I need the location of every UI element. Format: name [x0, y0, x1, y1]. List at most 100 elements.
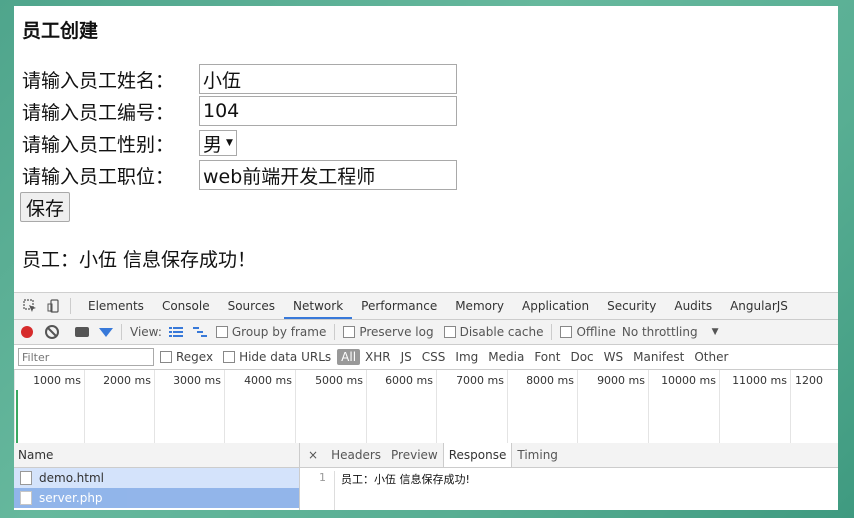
tab-console[interactable]: Console: [153, 293, 219, 319]
filter-type-xhr[interactable]: XHR: [360, 350, 396, 364]
tab-elements[interactable]: Elements: [79, 293, 153, 319]
timeline-tick: 11000 ms: [719, 370, 791, 446]
gender-select[interactable]: 男 ▼: [199, 130, 237, 156]
tab-memory[interactable]: Memory: [446, 293, 513, 319]
request-row-demo-html[interactable]: demo.html: [14, 468, 299, 488]
filter-type-manifest[interactable]: Manifest: [628, 350, 689, 364]
filter-input[interactable]: [18, 348, 154, 366]
name-input[interactable]: [199, 64, 457, 94]
timeline-tick-label: 9000 ms: [597, 374, 645, 387]
filter-bar: Regex Hide data URLs All XHR JS CSS Img …: [14, 345, 838, 370]
toolbar-separator: [334, 324, 336, 340]
timeline-tick-label: 11000 ms: [732, 374, 787, 387]
checkbox[interactable]: [343, 326, 356, 338]
gender-label: 请输入员工性别：: [22, 133, 175, 156]
name-column-header[interactable]: Name: [14, 443, 299, 468]
save-button[interactable]: 保存: [20, 192, 71, 222]
tab-application[interactable]: Application: [513, 293, 598, 319]
hide-data-urls-toggle[interactable]: Hide data URLs: [223, 350, 331, 364]
devtools-panel: Elements Console Sources Network Perform…: [14, 292, 838, 510]
tab-headers[interactable]: Headers: [326, 443, 386, 467]
position-input[interactable]: [199, 160, 457, 190]
clear-icon[interactable]: [45, 325, 59, 339]
response-text: 员工：小伍 信息保存成功!: [341, 473, 470, 486]
response-body: 1 员工：小伍 信息保存成功!: [300, 468, 838, 510]
request-name: demo.html: [39, 471, 104, 485]
inspect-element-icon[interactable]: [22, 298, 38, 314]
timeline-tick-label: 6000 ms: [385, 374, 433, 387]
number-label: 请输入员工编号：: [22, 101, 175, 124]
tab-performance[interactable]: Performance: [352, 293, 446, 319]
tab-network[interactable]: Network: [284, 293, 353, 319]
timeline-tick: 9000 ms: [577, 370, 649, 446]
browser-viewport: 员工创建 请输入员工姓名： 请输入员工编号： 请输入员工性别： 男 ▼ 请输入员…: [14, 6, 838, 510]
dropdown-arrow-icon: ▼: [226, 138, 233, 148]
filter-type-doc[interactable]: Doc: [565, 350, 598, 364]
tab-timing[interactable]: Timing: [512, 443, 563, 467]
view-label: View:: [130, 325, 162, 339]
filter-icon[interactable]: [99, 327, 113, 337]
save-result-message: 员工：小伍 信息保存成功！: [22, 249, 257, 271]
timeline-tick-label: 3000 ms: [173, 374, 221, 387]
filter-type-ws[interactable]: WS: [599, 350, 628, 364]
disable-cache-toggle[interactable]: Disable cache: [443, 325, 543, 339]
tab-security[interactable]: Security: [598, 293, 665, 319]
tab-sources[interactable]: Sources: [219, 293, 284, 319]
tab-response[interactable]: Response: [442, 443, 513, 467]
record-icon[interactable]: [21, 326, 33, 338]
regex-toggle[interactable]: Regex: [160, 350, 213, 364]
timeline-tick: 6000 ms: [366, 370, 437, 446]
request-row-server-php[interactable]: server.php: [14, 488, 299, 508]
tabbar-separator: [70, 298, 71, 314]
group-by-frame-label: Group by frame: [231, 325, 327, 339]
offline-toggle[interactable]: Offline: [560, 325, 616, 339]
timeline-tick-label: 7000 ms: [456, 374, 504, 387]
network-requests-area: Name demo.html server.php × Headers Prev…: [14, 443, 838, 510]
checkbox[interactable]: [443, 326, 456, 338]
number-input[interactable]: [199, 96, 457, 126]
gender-row: 请输入员工性别： 男 ▼: [22, 128, 237, 158]
toolbar-separator: [121, 324, 122, 340]
page-title: 员工创建: [22, 20, 99, 42]
filter-type-all[interactable]: All: [337, 349, 361, 365]
filter-type-css[interactable]: CSS: [417, 350, 451, 364]
network-timeline[interactable]: 1000 ms 2000 ms 3000 ms 4000 ms 5000 ms …: [14, 370, 838, 447]
timeline-tick-label: 10000 ms: [661, 374, 716, 387]
timeline-tick: 4000 ms: [224, 370, 296, 446]
timeline-tick: 5000 ms: [295, 370, 367, 446]
filter-type-media[interactable]: Media: [483, 350, 529, 364]
chevron-down-icon: ▼: [711, 327, 719, 337]
filter-type-js[interactable]: JS: [396, 350, 417, 364]
capture-screenshots-icon[interactable]: [75, 327, 89, 337]
device-toolbar-icon[interactable]: [46, 298, 62, 314]
large-rows-icon[interactable]: [168, 324, 184, 340]
tab-audits[interactable]: Audits: [665, 293, 721, 319]
position-label: 请输入员工职位：: [22, 165, 175, 188]
preserve-log-toggle[interactable]: Preserve log: [343, 325, 434, 339]
close-icon[interactable]: ×: [300, 448, 326, 462]
devtools-tabbar: Elements Console Sources Network Perform…: [14, 293, 838, 320]
waterfall-icon[interactable]: [192, 324, 208, 340]
file-icon: [20, 471, 32, 485]
tab-angularjs[interactable]: AngularJS: [721, 293, 797, 319]
request-name: server.php: [39, 491, 103, 505]
throttling-select[interactable]: No throttling ▼: [622, 325, 719, 339]
timeline-tick-label: 2000 ms: [103, 374, 151, 387]
tab-preview[interactable]: Preview: [386, 443, 443, 467]
name-label: 请输入员工姓名：: [22, 69, 175, 92]
filter-type-img[interactable]: Img: [450, 350, 483, 364]
filter-type-font[interactable]: Font: [529, 350, 565, 364]
checkbox[interactable]: [223, 351, 236, 363]
checkbox[interactable]: [560, 326, 573, 338]
number-row: 请输入员工编号：: [22, 96, 457, 126]
checkbox[interactable]: [215, 326, 228, 338]
line-number: 1: [300, 471, 335, 510]
timeline-tick: 8000 ms: [507, 370, 578, 446]
checkbox[interactable]: [160, 351, 172, 363]
gender-selected-value: 男: [203, 133, 223, 156]
group-by-frame-toggle[interactable]: Group by frame: [215, 325, 327, 339]
timeline-tick: 2000 ms: [84, 370, 155, 446]
filter-type-other[interactable]: Other: [689, 350, 733, 364]
name-row: 请输入员工姓名：: [22, 64, 457, 94]
preserve-log-label: Preserve log: [359, 325, 434, 339]
